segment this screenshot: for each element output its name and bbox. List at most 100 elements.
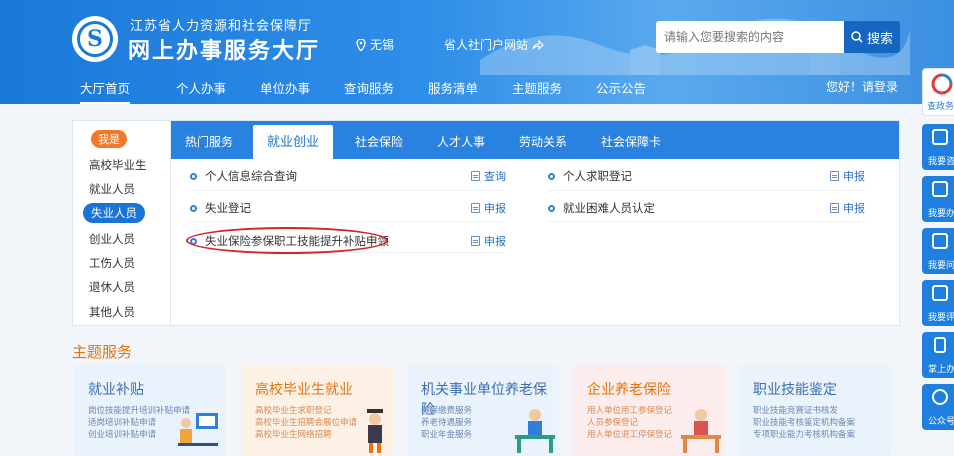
logo[interactable]: S: [72, 16, 118, 62]
card-skill-appraisal[interactable]: 职业技能鉴定 职业技能竞赛证书核发 职业技能考核鉴定机构备案 专项职业能力考核机…: [739, 365, 891, 456]
row-divider: [548, 221, 866, 222]
nav-notice[interactable]: 公示公告: [596, 78, 646, 97]
sidebar-label: 公众号: [928, 417, 954, 427]
apply-button[interactable]: 申报: [830, 200, 865, 216]
card-link[interactable]: 职业年金服务: [421, 428, 472, 440]
sidebar-mobile[interactable]: 掌上办: [922, 332, 954, 378]
logo-s-icon: S: [77, 21, 113, 57]
nav-query[interactable]: 查询服务: [344, 78, 394, 97]
card-link[interactable]: 用人单位用工参保登记: [587, 404, 672, 416]
bullet-icon: [548, 204, 555, 212]
sidebar-handle[interactable]: 我要办: [922, 176, 954, 222]
sidebar-label: 查政务服: [927, 102, 954, 112]
card-link[interactable]: 专项职业能力考核机构备案: [753, 428, 855, 440]
tab-ss-card[interactable]: 社会保障卡: [601, 133, 661, 150]
share-arrow-icon: [532, 39, 544, 50]
apply-button[interactable]: 申报: [471, 200, 506, 216]
sidebar-gov-service[interactable]: 查政务服: [922, 68, 954, 116]
tab-bar: 热门服务 就业创业 社会保险 人才人事 劳动关系 社会保障卡: [171, 121, 899, 159]
tab-social-insurance[interactable]: 社会保险: [355, 133, 403, 150]
row-divider: [190, 221, 504, 222]
card-link[interactable]: 适岗培训补贴申请: [88, 416, 156, 428]
service-name: 就业困难人员认定: [563, 201, 655, 215]
card-link[interactable]: 职业技能考核鉴定机构备案: [753, 416, 855, 428]
query-button[interactable]: 查询: [471, 168, 506, 184]
nav-home[interactable]: 大厅首页: [80, 78, 131, 104]
tab-hot[interactable]: 热门服务: [185, 133, 233, 150]
document-icon: [471, 203, 480, 213]
sidebar-consult[interactable]: 我要咨: [922, 124, 954, 170]
card-link[interactable]: 高校毕业生求职登记: [255, 404, 332, 416]
sidebar-label: 我要问: [928, 261, 954, 271]
service-unemployment-reg[interactable]: 失业登记: [190, 200, 251, 216]
question-icon: [932, 233, 948, 249]
location-selector[interactable]: 无锡: [356, 36, 394, 53]
nav-personal[interactable]: 个人办事: [176, 78, 226, 97]
sidebar-wechat[interactable]: 公众号: [922, 384, 954, 430]
service-info-query[interactable]: 个人信息综合查询: [190, 168, 297, 184]
location-pin-icon: [356, 38, 366, 51]
nav-service-list[interactable]: 服务清单: [428, 78, 478, 97]
card-title: 高校毕业生就业: [255, 382, 353, 398]
card-link[interactable]: 人员参保登记: [587, 416, 638, 428]
location-label: 无锡: [370, 38, 395, 52]
card-title: 就业补贴: [88, 382, 144, 398]
elderly-bench-illustration: [515, 409, 555, 453]
card-link[interactable]: 养老待遇服务: [421, 416, 472, 428]
card-link[interactable]: 创业培训补贴申请: [88, 428, 156, 440]
card-link[interactable]: 高校毕业生网络招聘: [255, 428, 332, 440]
category-others[interactable]: 其他人员: [89, 304, 135, 320]
search-button-label: 搜索: [866, 31, 893, 47]
phone-icon: [934, 337, 946, 353]
tab-talent[interactable]: 人才人事: [437, 133, 485, 150]
org-name: 江苏省人力资源和社会保障厅: [130, 19, 313, 34]
card-enterprise-pension[interactable]: 企业养老保险 用人单位用工参保登记 人员参保登记 用人单位退工停保登记: [573, 365, 725, 456]
sidebar-ask[interactable]: 我要问: [922, 228, 954, 274]
document-icon: [471, 171, 480, 181]
action-label: 查询: [484, 170, 506, 183]
service-job-seek[interactable]: 个人求职登记: [548, 168, 632, 184]
service-name: 个人求职登记: [563, 169, 632, 183]
category-injured[interactable]: 工伤人员: [89, 255, 135, 271]
portal-link[interactable]: 省人社门户网站: [444, 36, 544, 53]
service-panel: 我是 高校毕业生 就业人员 失业人员 创业人员 工伤人员 退休人员 其他人员 热…: [72, 120, 900, 326]
card-link[interactable]: 高校毕业生招聘会展位申请: [255, 416, 357, 428]
elderly-chair-illustration: [681, 409, 721, 453]
login-link[interactable]: 您好！请登录: [826, 78, 898, 95]
document-icon: [471, 236, 480, 246]
nav-unit[interactable]: 单位办事: [260, 78, 310, 97]
sidebar-evaluate[interactable]: 我要评: [922, 280, 954, 326]
tab-employment[interactable]: 就业创业: [253, 125, 334, 159]
card-institution-pension[interactable]: 机关事业单位养老保险 参保缴费服务 养老待遇服务 职业年金服务: [407, 365, 559, 456]
main-nav: 大厅首页 个人办事 单位办事 查询服务 服务清单 主题服务 公示公告: [0, 72, 954, 104]
sidebar-label: 我要咨: [928, 157, 954, 167]
site-header: S 江苏省人力资源和社会保障厅 网上办事服务大厅 无锡 省人社门户网站 搜索 大…: [0, 0, 954, 104]
portal-link-label: 省人社门户网站: [444, 38, 529, 52]
apply-button[interactable]: 申报: [471, 233, 506, 249]
category-employed[interactable]: 就业人员: [89, 181, 135, 197]
wechat-icon: [932, 389, 948, 405]
card-graduate-employment[interactable]: 高校毕业生就业 高校毕业生求职登记 高校毕业生招聘会展位申请 高校毕业生网络招聘: [241, 365, 393, 456]
action-label: 申报: [484, 202, 506, 215]
apply-button[interactable]: 申报: [830, 168, 865, 184]
site-title: 网上办事服务大厅: [128, 39, 321, 64]
card-title: 企业养老保险: [587, 382, 671, 398]
category-retired[interactable]: 退休人员: [89, 279, 135, 295]
category-unemployed[interactable]: 失业人员: [83, 203, 145, 223]
tab-labor[interactable]: 劳动关系: [519, 133, 567, 150]
card-employment-subsidy[interactable]: 就业补贴 岗位技能提升培训补贴申请 适岗培训补贴申请 创业培训补贴申请: [74, 365, 226, 456]
bullet-icon: [190, 204, 197, 212]
sidebar-label: 我要办: [928, 209, 954, 219]
search-input[interactable]: [656, 21, 844, 53]
service-name: 个人信息综合查询: [205, 169, 297, 183]
service-hardship-cert[interactable]: 就业困难人员认定: [548, 200, 655, 216]
theme-services-title: 主题服务: [72, 343, 133, 361]
search-button[interactable]: 搜索: [844, 21, 900, 53]
category-entrepreneurs[interactable]: 创业人员: [89, 231, 135, 247]
card-link[interactable]: 职业技能竞赛证书核发: [753, 404, 838, 416]
nav-theme[interactable]: 主题服务: [512, 78, 562, 97]
monitor-icon: [932, 181, 948, 197]
card-link[interactable]: 参保缴费服务: [421, 404, 472, 416]
card-link[interactable]: 用人单位退工停保登记: [587, 428, 672, 440]
category-graduates[interactable]: 高校毕业生: [89, 157, 147, 173]
